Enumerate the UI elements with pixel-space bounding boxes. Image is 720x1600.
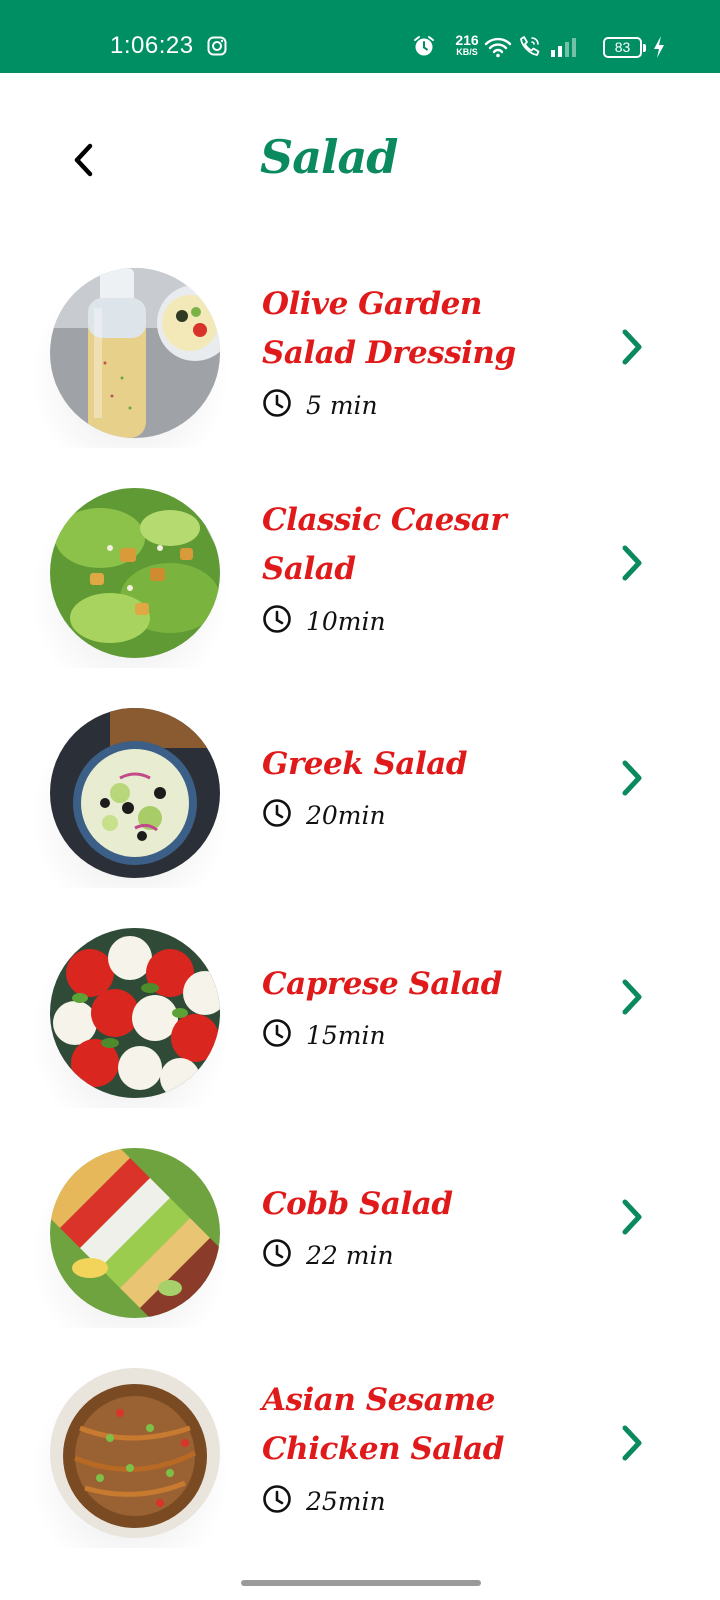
chevron-right-icon[interactable] [612, 1418, 652, 1468]
page-title: Salad [260, 130, 398, 184]
recipe-thumbnail [50, 708, 220, 878]
network-speed-unit: KB/S [456, 47, 478, 57]
recipe-item[interactable]: Asian Sesame Chicken Salad 25min [0, 1354, 720, 1574]
recipe-name: Classic Caesar Salad [262, 496, 562, 594]
recipe-thumbnail [50, 1368, 220, 1538]
recipe-thumbnail [50, 268, 220, 438]
recipe-name: Greek Salad [262, 740, 562, 789]
recipe-time-text: 15min [306, 1020, 386, 1050]
recipe-time: 20min [262, 798, 386, 832]
recipe-name: Caprese Salad [262, 960, 562, 1009]
clock-icon [262, 798, 292, 832]
recipe-name-line: Classic Caesar [262, 502, 507, 538]
recipe-list: Olive Garden Salad Dressing 5 min Classi… [0, 254, 720, 1574]
chevron-right-icon[interactable] [612, 1192, 652, 1242]
recipe-name-line: Chicken Salad [262, 1431, 504, 1467]
recipe-thumbnail [50, 1148, 220, 1318]
recipe-name-line: Caprese Salad [262, 966, 502, 1002]
recipe-name-line: Salad Dressing [262, 335, 516, 371]
recipe-name-line: Salad [262, 551, 356, 587]
network-speed-value: 216 [455, 32, 479, 48]
recipe-name-line: Greek Salad [262, 746, 468, 782]
recipe-name-line: Asian Sesame [262, 1382, 495, 1418]
recipe-name-line: Cobb Salad [262, 1186, 453, 1222]
back-button[interactable] [62, 140, 106, 184]
clock-icon [262, 388, 292, 422]
home-indicator[interactable] [241, 1580, 481, 1586]
battery-level: 83 [614, 39, 631, 55]
chevron-right-icon[interactable] [612, 972, 652, 1022]
charging-icon [652, 35, 666, 63]
instagram-icon [207, 36, 227, 60]
recipe-time-text: 25min [306, 1486, 386, 1516]
recipe-thumbnail [50, 928, 220, 1098]
recipe-time: 10min [262, 604, 386, 638]
recipe-item[interactable]: Cobb Salad 22 min [0, 1134, 720, 1354]
alarm-icon [412, 34, 436, 62]
network-speed: 216 KB/S [452, 33, 482, 57]
recipe-time: 22 min [262, 1238, 394, 1272]
recipe-name: Olive Garden Salad Dressing [262, 280, 562, 378]
signal-icon [550, 36, 580, 62]
recipe-time-text: 10min [306, 606, 386, 636]
recipe-time: 25min [262, 1484, 386, 1518]
recipe-name: Cobb Salad [262, 1180, 562, 1229]
clock-icon [262, 604, 292, 638]
recipe-item[interactable]: Greek Salad 20min [0, 694, 720, 914]
recipe-time: 5 min [262, 388, 378, 422]
chevron-left-icon [71, 142, 97, 182]
recipe-time-text: 20min [306, 800, 386, 830]
recipe-time-text: 22 min [306, 1240, 394, 1270]
status-bar: 1:06:23 216 KB/S 83 [0, 0, 720, 73]
clock-icon [262, 1018, 292, 1052]
clock-icon [262, 1484, 292, 1518]
battery-icon: 83 [603, 37, 646, 58]
recipe-thumbnail [50, 488, 220, 658]
recipe-item[interactable]: Caprese Salad 15min [0, 914, 720, 1134]
recipe-item[interactable]: Olive Garden Salad Dressing 5 min [0, 254, 720, 474]
chevron-right-icon[interactable] [612, 538, 652, 588]
status-time: 1:06:23 [110, 32, 194, 59]
volte-call-icon [518, 34, 542, 62]
wifi-icon [484, 36, 512, 62]
recipe-time-text: 5 min [306, 390, 378, 420]
recipe-name-line: Olive Garden [262, 286, 482, 322]
chevron-right-icon[interactable] [612, 322, 652, 372]
clock-icon [262, 1238, 292, 1272]
recipe-time: 15min [262, 1018, 386, 1052]
chevron-right-icon[interactable] [612, 753, 652, 803]
recipe-name: Asian Sesame Chicken Salad [262, 1376, 562, 1474]
recipe-item[interactable]: Classic Caesar Salad 10min [0, 474, 720, 694]
